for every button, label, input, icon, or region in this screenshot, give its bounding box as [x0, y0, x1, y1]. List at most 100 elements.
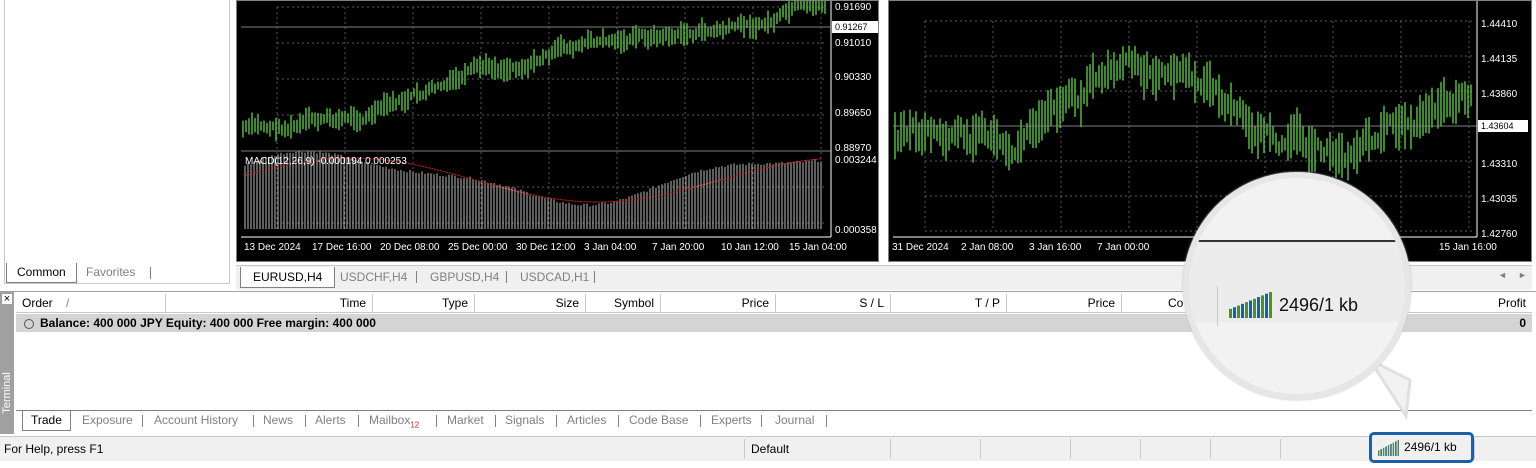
tab-news[interactable]: News [255, 411, 301, 430]
terminal-tab-bar: Trade Exposure Account History News Aler… [16, 410, 1532, 433]
signal-bar [1395, 441, 1397, 456]
time-label: 17 Dec 16:00 [312, 242, 372, 253]
price-level-label: 1.43860 [1481, 89, 1518, 100]
close-icon[interactable]: × [2, 294, 12, 305]
current-price-label: 0.91267 [835, 22, 868, 32]
magnifier-pointer [1370, 360, 1412, 420]
price-level-label: 0.91690 [835, 2, 872, 13]
price-level-label: 1.44135 [1481, 54, 1518, 65]
signal-bar [1253, 298, 1256, 318]
tab-experts[interactable]: Experts [703, 411, 760, 430]
tab-eurusd-h4[interactable]: EURUSD,H4 [240, 267, 336, 288]
time-label: 3 Jan 04:00 [584, 242, 637, 253]
sort-icon: / [66, 296, 70, 310]
tab-separator [826, 415, 827, 427]
signal-bar [1390, 443, 1392, 456]
signal-bar [1392, 442, 1395, 456]
status-cell [980, 439, 1070, 459]
signal-bar [1385, 446, 1387, 456]
tab-usdcad-h1[interactable]: USDCAD,H1 [508, 267, 601, 287]
connection-status-highlight[interactable]: 2496/1 kb [1369, 432, 1474, 463]
profile-name[interactable]: Default [744, 439, 890, 459]
traffic-value: 2496/1 kb [1404, 440, 1457, 454]
macd-level-label: 0.003244 [835, 155, 877, 166]
signal-bar [1257, 297, 1260, 318]
tab-common[interactable]: Common [6, 263, 77, 283]
price-level-label: 0.90330 [835, 72, 872, 83]
price-level-label: 0.88970 [835, 143, 872, 154]
tab-favorites[interactable]: Favorites [76, 263, 145, 282]
signal-bar [1237, 305, 1240, 318]
tab-exposure[interactable]: Exposure [74, 411, 141, 430]
chart-window-eurusd[interactable]: 0.91690 0.91267 0.91010 0.90330 0.89650 … [236, 0, 879, 262]
price-level-label: 1.43035 [1481, 194, 1518, 205]
tab-articles[interactable]: Articles [559, 411, 614, 430]
current-price-label: 1.43604 [1481, 121, 1514, 131]
macd-label: MACD(12,26,9) -0.000194 0.000253 [245, 156, 407, 167]
scroll-left-icon[interactable]: ◄ [1498, 270, 1507, 280]
tab-usdchf-h4[interactable]: USDCHF,H4 [328, 267, 419, 287]
terminal-sidebar: × Terminal [0, 292, 14, 434]
tab-separator [150, 267, 151, 279]
tab-separator [700, 415, 701, 427]
terminal-label: Terminal [1, 372, 13, 414]
price-level-label: 0.91010 [835, 38, 872, 49]
tab-gbpusd-h4[interactable]: GBPUSD,H4 [418, 267, 511, 287]
tab-separator [358, 415, 359, 427]
tab-separator [761, 415, 762, 427]
profit-value: 0 [1519, 316, 1526, 330]
status-cell [890, 439, 980, 459]
tab-mailbox[interactable]: Mailbox12 [361, 411, 427, 430]
column-sl[interactable]: S / L [776, 294, 891, 312]
tab-journal[interactable]: Journal [767, 411, 822, 430]
time-label: 10 Jan 12:00 [721, 242, 779, 253]
column-time[interactable]: Time [166, 294, 373, 312]
price-level-label: 1.43310 [1481, 159, 1518, 170]
time-label: 13 Dec 2024 [244, 242, 301, 253]
tab-separator [416, 271, 417, 283]
tab-separator [618, 415, 619, 427]
column-price-current[interactable]: Price [1007, 294, 1122, 312]
tab-code-base[interactable]: Code Base [621, 411, 696, 430]
eurusd-chart-canvas[interactable]: 0.91690 0.91267 0.91010 0.90330 0.89650 … [237, 0, 878, 261]
signal-bar [1241, 303, 1244, 318]
tab-separator [556, 415, 557, 427]
signal-bar [1387, 445, 1390, 456]
tab-account-history[interactable]: Account History [146, 411, 246, 430]
balance-status-icon [24, 318, 34, 329]
column-type[interactable]: Type [373, 294, 475, 312]
signal-bar [1265, 293, 1268, 318]
navigator-panel[interactable] [4, 0, 230, 284]
balance-text: Balance: 400 000 JPY Equity: 400 000 Fre… [40, 316, 376, 330]
status-cell [1474, 439, 1534, 459]
connection-bars-icon [1229, 292, 1272, 318]
tab-separator [305, 415, 306, 427]
column-size[interactable]: Size [475, 294, 586, 312]
tab-alerts[interactable]: Alerts [307, 411, 354, 430]
column-order[interactable]: Order / [16, 294, 166, 312]
status-cell [1210, 439, 1280, 459]
status-cell [1140, 439, 1210, 459]
signal-bar [1261, 295, 1264, 318]
magnified-traffic-value: 2496/1 kb [1279, 295, 1359, 315]
scroll-right-icon[interactable]: ► [1518, 270, 1527, 280]
column-symbol[interactable]: Symbol [586, 294, 661, 312]
tab-trade[interactable]: Trade [22, 411, 71, 431]
column-tp[interactable]: T / P [891, 294, 1007, 312]
column-price[interactable]: Price [661, 294, 776, 312]
column-profit[interactable]: Profit [1436, 294, 1532, 312]
status-cell [1070, 439, 1140, 459]
tab-signals[interactable]: Signals [497, 411, 552, 430]
tab-separator [495, 415, 496, 427]
signal-bar [1233, 307, 1236, 318]
time-label: 31 Dec 2024 [892, 242, 949, 253]
price-level-label: 1.42760 [1481, 229, 1518, 240]
time-label: 2 Jan 08:00 [961, 242, 1014, 253]
time-label: 15 Jan 16:00 [1439, 242, 1497, 253]
time-label: 7 Jan 20:00 [652, 242, 705, 253]
signal-bar [1382, 447, 1385, 456]
price-level-label: 1.44410 [1481, 19, 1518, 30]
status-cell [1280, 439, 1368, 459]
time-label: 25 Dec 00:00 [448, 242, 508, 253]
tab-market[interactable]: Market [439, 411, 492, 430]
